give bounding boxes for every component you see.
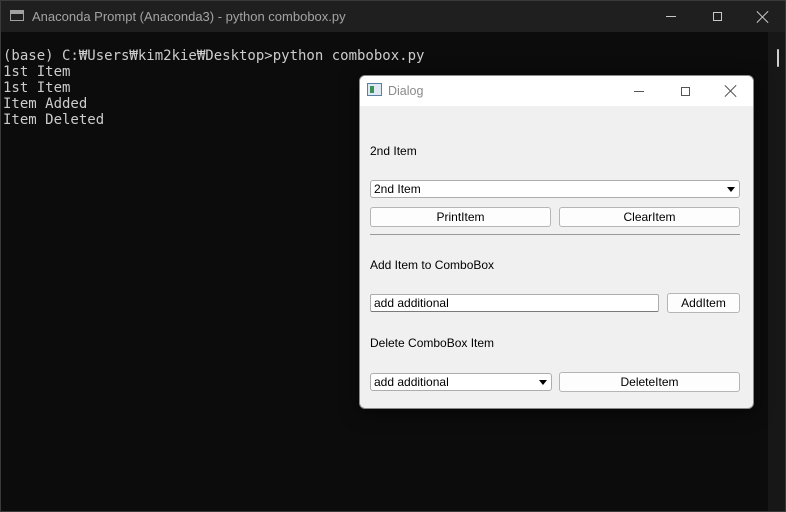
console-titlebar[interactable]: Anaconda Prompt (Anaconda3) - python com… xyxy=(1,1,785,32)
delete-item-button[interactable]: DeleteItem xyxy=(559,372,740,392)
add-item-button[interactable]: AddItem xyxy=(667,293,740,313)
dialog-maximize-button[interactable] xyxy=(662,76,708,106)
clear-item-button[interactable]: ClearItem xyxy=(559,207,740,227)
divider xyxy=(370,234,740,235)
chevron-down-icon xyxy=(727,187,735,192)
dialog-titlebar[interactable]: Dialog xyxy=(360,76,753,106)
item-combobox[interactable]: 2nd Item xyxy=(370,180,740,198)
delete-item-label: Delete ComboBox Item xyxy=(370,336,495,350)
add-item-label: Add Item to ComboBox xyxy=(370,258,495,272)
terminal-icon xyxy=(10,10,24,21)
close-icon xyxy=(725,85,737,97)
minimize-button[interactable] xyxy=(648,1,694,32)
dialog-minimize-button[interactable] xyxy=(616,76,662,106)
close-icon xyxy=(757,11,769,23)
maximize-button[interactable] xyxy=(694,1,740,32)
print-item-button[interactable]: PrintItem xyxy=(370,207,551,227)
delete-item-combobox[interactable]: add additional xyxy=(370,373,552,391)
maximize-icon xyxy=(712,12,722,21)
console-scrollbar[interactable] xyxy=(768,32,785,511)
app-icon xyxy=(367,83,382,96)
add-item-input-value: add additional xyxy=(374,296,449,310)
minimize-icon xyxy=(634,90,644,92)
console-scrollbar-thumb[interactable] xyxy=(777,49,779,67)
selected-item-label: 2nd Item xyxy=(370,144,417,158)
minimize-icon xyxy=(666,16,676,17)
add-item-input[interactable]: add additional xyxy=(370,294,659,312)
dialog-window: Dialog 2nd Item 2nd Item PrintItem Clear… xyxy=(359,75,754,409)
close-button[interactable] xyxy=(740,1,786,32)
dialog-close-button[interactable] xyxy=(708,76,753,106)
delete-combobox-value: add additional xyxy=(374,375,449,389)
chevron-down-icon xyxy=(539,380,547,385)
console-title: Anaconda Prompt (Anaconda3) - python com… xyxy=(32,9,346,24)
combobox-value: 2nd Item xyxy=(374,182,421,196)
dialog-title: Dialog xyxy=(388,84,424,98)
console-line: (base) C:₩Users₩kim2kie₩Desktop>python c… xyxy=(3,48,425,64)
maximize-icon xyxy=(680,86,690,96)
